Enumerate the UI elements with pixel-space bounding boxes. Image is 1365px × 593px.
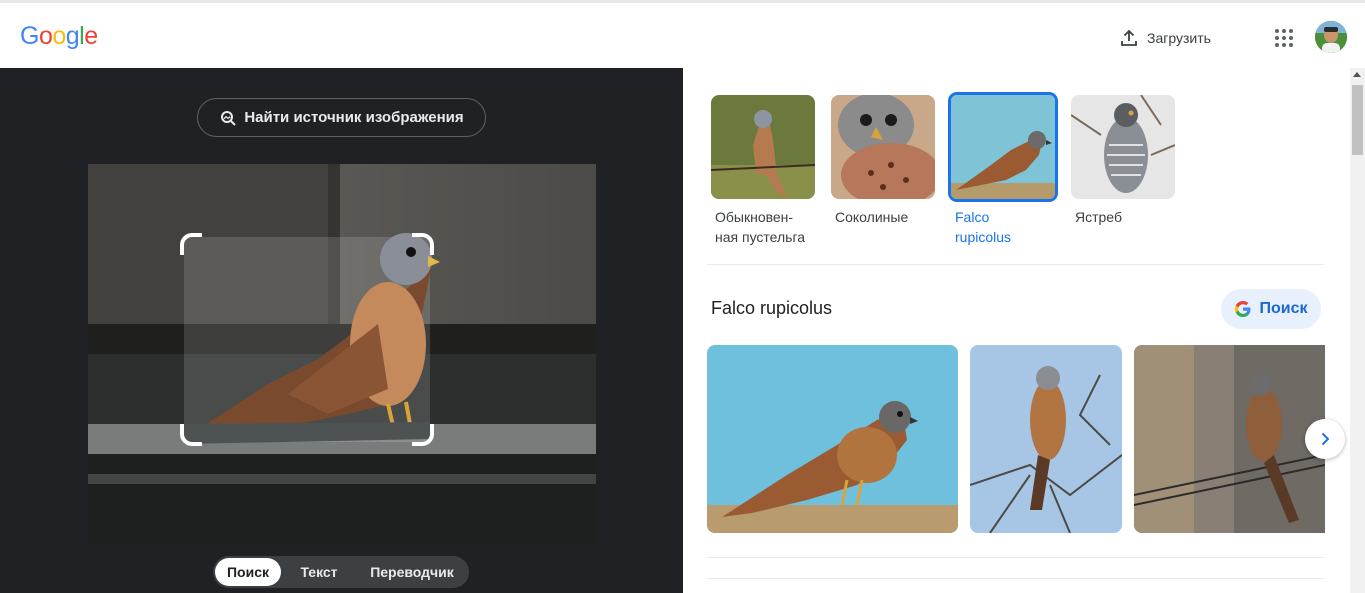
mode-translate-button[interactable]: Переводчик: [357, 558, 467, 586]
result-image[interactable]: [970, 345, 1122, 533]
logo-letter: G: [20, 22, 39, 50]
page-scrollbar[interactable]: [1350, 68, 1365, 593]
crop-selection-box[interactable]: [180, 233, 434, 446]
results-panel: Обыкновен- ная пустельга Соколиные Falco…: [683, 68, 1350, 593]
entity-chip[interactable]: Обыкновен- ная пустельга: [711, 95, 817, 247]
logo-letter: e: [84, 22, 98, 50]
image-search-icon: [221, 110, 237, 126]
chip-thumbnail: [948, 92, 1058, 202]
chip-thumbnail: [831, 95, 935, 199]
chip-label: Обыкновен- ная пустельга: [715, 209, 806, 245]
crop-handle-top-left[interactable]: [180, 233, 202, 255]
chip-thumbnail: [1071, 95, 1175, 199]
google-logo[interactable]: Google: [20, 22, 98, 51]
section-divider: [707, 557, 1324, 558]
result-image[interactable]: [707, 345, 958, 533]
result-title: Falco rupicolus: [711, 298, 833, 318]
lens-image-panel: Найти источник изображения Поиск Текст П…: [0, 68, 683, 593]
crop-handle-bottom-left[interactable]: [180, 424, 202, 446]
result-image[interactable]: [1134, 345, 1325, 533]
mode-search-button[interactable]: Поиск: [215, 558, 281, 586]
scroll-thumb[interactable]: [1352, 85, 1363, 155]
apps-grid-icon[interactable]: [1273, 27, 1295, 49]
chevron-right-icon: [1321, 432, 1330, 446]
logo-letter: o: [38, 22, 53, 50]
logo-letter: o: [52, 22, 66, 50]
logo-letter: g: [65, 22, 80, 50]
entity-chip[interactable]: Ястреб: [1071, 95, 1177, 227]
find-image-source-button[interactable]: Найти источник изображения: [197, 98, 486, 137]
upload-button[interactable]: Загрузить: [1120, 25, 1211, 51]
section-divider: [707, 264, 1324, 265]
avatar-image: [1315, 21, 1347, 53]
chip-label: Соколиные: [835, 209, 909, 225]
account-avatar[interactable]: [1315, 21, 1347, 53]
lens-mode-toggle: Поиск Текст Переводчик: [213, 556, 469, 588]
find-source-label: Найти источник изображения: [244, 109, 464, 126]
upload-label: Загрузить: [1147, 30, 1211, 46]
chip-label: Ястреб: [1075, 209, 1122, 225]
entity-chip-selected[interactable]: Falco rupicolus: [948, 92, 1058, 247]
mode-text-button[interactable]: Текст: [281, 558, 357, 586]
top-bar: Google Загрузить: [0, 0, 1365, 68]
uploaded-photo[interactable]: [88, 164, 596, 544]
entity-chip[interactable]: Соколиные: [831, 95, 937, 227]
google-search-button[interactable]: Поиск: [1221, 289, 1321, 329]
google-g-icon: [1235, 301, 1251, 317]
search-button-label: Поиск: [1259, 300, 1308, 317]
section-divider: [707, 578, 1324, 579]
scroll-up-arrow[interactable]: [1353, 72, 1361, 77]
crop-handle-top-right[interactable]: [412, 233, 434, 255]
chip-label: Falco rupicolus: [955, 209, 1012, 245]
chip-thumbnail: [711, 95, 815, 199]
carousel-next-button[interactable]: [1305, 419, 1345, 459]
upload-icon: [1121, 29, 1137, 46]
